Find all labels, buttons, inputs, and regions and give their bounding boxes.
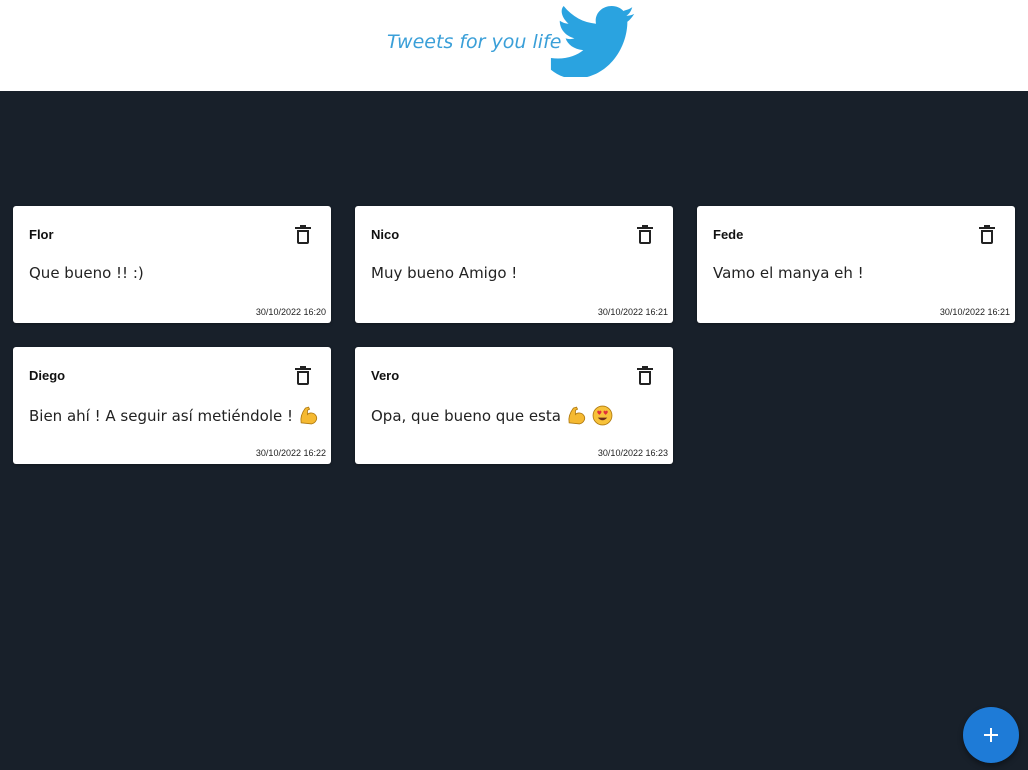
delete-button[interactable] (634, 222, 656, 246)
tweet-date: 30/10/2022 16:23 (597, 448, 668, 458)
trash-icon (637, 224, 653, 244)
heart-eyes-emoji (592, 405, 613, 426)
tweet-author: Diego (29, 368, 66, 383)
flexed-biceps-emoji (300, 406, 318, 425)
tweet-card: Vero Opa, que bueno que esta 30/10/2022 … (355, 347, 673, 464)
tweet-text: Vamo el manya eh ! (713, 264, 864, 282)
tweet-author: Fede (713, 227, 744, 242)
tweet-card: Fede Vamo el manya eh ! 30/10/2022 16:21 (697, 206, 1015, 323)
tweet-date: 30/10/2022 16:21 (597, 307, 668, 317)
trash-icon (979, 224, 995, 244)
plus-icon (984, 728, 998, 742)
tweet-author: Flor (29, 227, 54, 242)
tweet-date: 30/10/2022 16:21 (939, 307, 1010, 317)
tweet-card: Flor Que bueno !! :) 30/10/2022 16:20 (13, 206, 331, 323)
tweet-text: Opa, que bueno que esta (371, 405, 613, 426)
brand-title: Tweets for you life (387, 31, 562, 53)
add-tweet-button[interactable] (963, 707, 1019, 763)
twitter-bird-icon (550, 6, 635, 77)
tweet-text: Bien ahí ! A seguir así metiéndole ! (29, 405, 319, 426)
trash-icon (637, 365, 653, 385)
tweet-date: 30/10/2022 16:22 (255, 448, 326, 458)
delete-button[interactable] (292, 363, 314, 387)
tweet-author: Nico (371, 227, 400, 242)
delete-button[interactable] (634, 363, 656, 387)
tweet-text: Que bueno !! :) (29, 264, 144, 282)
delete-button[interactable] (976, 222, 998, 246)
delete-button[interactable] (292, 222, 314, 246)
tweet-date: 30/10/2022 16:20 (255, 307, 326, 317)
tweet-text: Muy bueno Amigo ! (371, 264, 518, 282)
tweet-card: Nico Muy bueno Amigo ! 30/10/2022 16:21 (355, 206, 673, 323)
tweet-author: Vero (371, 368, 400, 383)
flexed-biceps-emoji (568, 406, 586, 425)
header: Tweets for you life (0, 0, 1028, 91)
trash-icon (295, 224, 311, 244)
trash-icon (295, 365, 311, 385)
tweet-card: Diego Bien ahí ! A seguir así metiéndole… (13, 347, 331, 464)
